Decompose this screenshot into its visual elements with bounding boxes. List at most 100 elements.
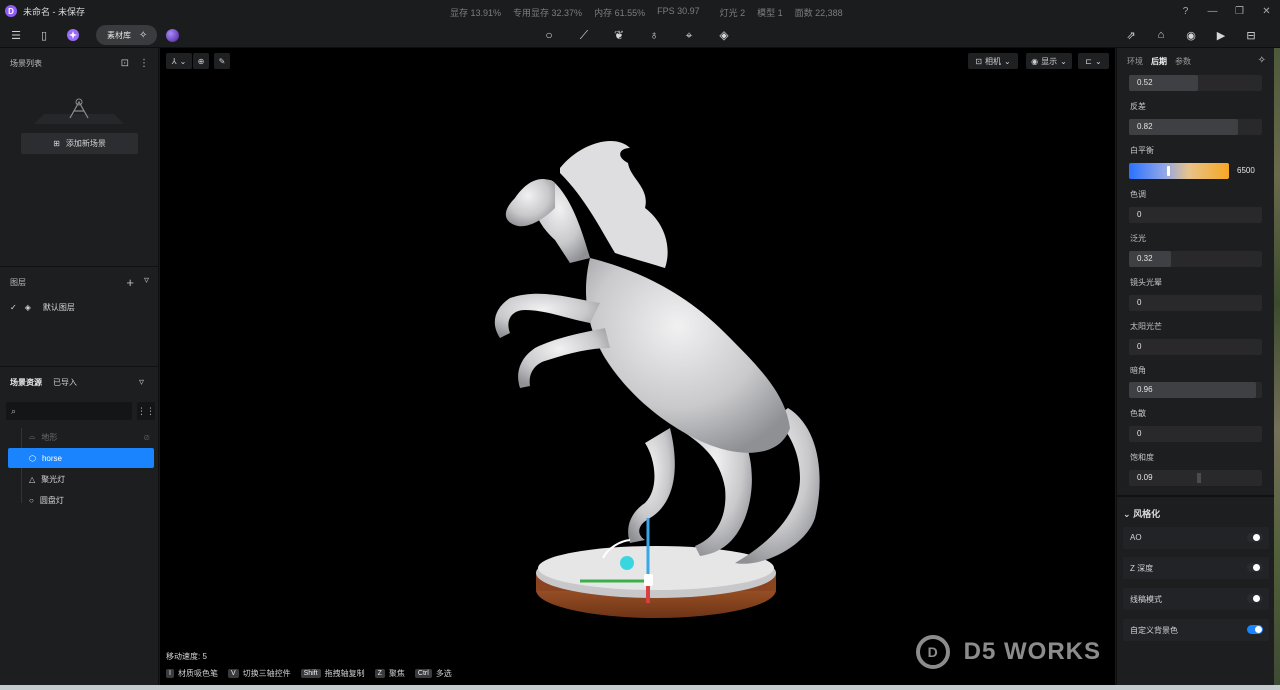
circle-tool-icon[interactable]: ○ <box>540 26 558 44</box>
vignette-slider[interactable]: 0.96 <box>1129 382 1262 398</box>
layers-tool-icon[interactable]: ◈ <box>715 26 733 44</box>
sparkle-icon: ✧ <box>139 29 148 41</box>
left-panel: 场景列表 ⊡ ⋮ ⊞ 添加新场景 图层 + ▿ ✓ ◈ 默认图层 场景资源 已导… <box>0 48 159 685</box>
lens-flare-slider[interactable]: 0 <box>1129 295 1262 311</box>
sphere-icon[interactable] <box>166 29 179 42</box>
stylize-header[interactable]: ⌄ 风格化 <box>1123 507 1160 520</box>
slider-value: 0.32 <box>1137 254 1153 263</box>
prop-label: 饱和度 <box>1130 453 1154 462</box>
custom-bg-toggle[interactable] <box>1247 625 1263 634</box>
slider-thumb[interactable] <box>1197 473 1201 483</box>
3d-viewport[interactable]: ⅄ ⌄ ⊕ ✎ ⊡ 相机 ⌄ ◉ 显示 ⌄ ⊏ ⌄ 移动速度: 5 I 材质吸色… <box>160 48 1115 685</box>
app-logo-icon: D <box>5 5 17 17</box>
restore-button[interactable]: ❐ <box>1226 0 1253 22</box>
contrast-slider[interactable]: 0.82 <box>1129 119 1262 135</box>
prop-label: 泛光 <box>1130 234 1146 243</box>
asset-item-terrain[interactable]: ⌓ 地形 ⊘ <box>8 427 154 447</box>
asset-label: horse <box>41 453 62 463</box>
prop-label: 白平衡 <box>1130 146 1154 155</box>
toggle-row-ao: AO <box>1123 527 1269 549</box>
toggle-label: 线稿模式 <box>1130 595 1162 604</box>
minimize-button[interactable]: — <box>1199 0 1226 22</box>
asset-item-horse[interactable]: ⬡ horse <box>8 448 154 468</box>
layer-label: 默认图层 <box>42 303 75 312</box>
top-slider[interactable]: 0.52 <box>1129 75 1262 91</box>
tab-params[interactable]: 参数 <box>1175 56 1191 67</box>
prop-label: 太阳光芒 <box>1130 322 1162 331</box>
chromatic-slider[interactable]: 0 <box>1129 426 1262 442</box>
asset-search-input[interactable]: ⌕ <box>6 402 132 420</box>
pin-icon[interactable]: ✧ <box>1258 55 1266 66</box>
grid-view-icon[interactable]: ⋮⋮ <box>137 402 155 420</box>
zdepth-toggle[interactable] <box>1247 563 1263 572</box>
layer-stack-icon: ◈ <box>24 303 31 312</box>
tone-slider[interactable]: 0 <box>1129 207 1262 223</box>
shortcut-hint: Shift 拖拽轴复制 <box>300 668 365 679</box>
toggle-row-lineart: 线稿模式 <box>1123 588 1269 610</box>
shortcut-label: 多选 <box>435 669 452 678</box>
apple-tool-icon[interactable]: ♁ <box>645 26 663 44</box>
add-layer-icon[interactable]: + <box>126 275 134 290</box>
divider <box>0 366 159 367</box>
collapse-assets-icon[interactable]: ▿ <box>139 377 144 388</box>
import-scene-icon[interactable]: ⊡ <box>121 58 129 69</box>
window-controls: ? — ❐ ✕ <box>1172 0 1280 22</box>
prop-label: 色调 <box>1130 190 1146 199</box>
stat-faces: 面数 22,388 <box>794 8 843 18</box>
toggle-label: Z 深度 <box>1130 564 1154 573</box>
lineart-toggle[interactable] <box>1247 594 1263 603</box>
tab-imported[interactable]: 已导入 <box>53 377 77 388</box>
slider-value: 0 <box>1137 298 1142 307</box>
camera-capture-icon[interactable]: ◉ <box>1182 26 1200 44</box>
file-icon[interactable]: ▯ <box>36 27 52 43</box>
path-tool-icon[interactable]: ⟋ <box>575 26 593 44</box>
export-icon[interactable]: ⇗ <box>1122 26 1140 44</box>
stat-vram: 显存 13.91% <box>450 8 502 18</box>
more-icon[interactable]: ⋮ <box>139 58 149 69</box>
asset-item-disk-light[interactable]: ○ 圆盘灯 <box>8 490 154 510</box>
leaf-tool-icon[interactable]: ❦ <box>610 26 628 44</box>
hidden-eye-icon[interactable]: ⊘ <box>143 433 150 442</box>
inbox-icon[interactable]: ⊟ <box>1242 26 1260 44</box>
prop-label: 暗角 <box>1130 366 1146 375</box>
white-balance-slider[interactable] <box>1129 163 1229 179</box>
title-bar: D 未命名 - 未保存 显存 13.91% 专用显存 32.37% 内存 61.… <box>0 0 1280 22</box>
perf-stats: 显存 13.91% 专用显存 32.37% 内存 61.55% FPS 30.9… <box>450 6 843 19</box>
shortcut-hint: Ctrl 多选 <box>414 668 452 679</box>
shortcut-key: I <box>166 669 174 678</box>
side-thumbnail-strip <box>1274 48 1280 685</box>
menu-icon[interactable]: ☰ <box>8 27 24 43</box>
prop-label: 色散 <box>1130 409 1146 418</box>
search-icon: ⌕ <box>11 405 17 416</box>
help-icon[interactable]: ? <box>1172 0 1199 22</box>
tab-post[interactable]: 后期 <box>1151 56 1167 67</box>
d5-watermark: D D5 WORKS <box>915 635 1101 669</box>
bloom-slider[interactable]: 0.32 <box>1129 251 1262 267</box>
asset-tabs: 场景资源 已导入 <box>10 377 77 388</box>
layer-default[interactable]: ✓ ◈ 默认图层 <box>10 302 75 313</box>
ai-icon[interactable] <box>65 27 81 43</box>
library-button[interactable]: 素材库 ✧ <box>96 25 157 45</box>
tab-scene-assets[interactable]: 场景资源 <box>10 377 42 388</box>
tab-environment[interactable]: 环境 <box>1127 56 1143 67</box>
scene-list-title: 场景列表 <box>10 58 42 68</box>
material-icon[interactable]: ⌂ <box>1152 26 1170 44</box>
close-button[interactable]: ✕ <box>1253 0 1280 22</box>
add-scene-button[interactable]: ⊞ 添加新场景 <box>21 133 138 154</box>
divider <box>0 266 159 267</box>
disk-light-icon: ○ <box>29 495 34 505</box>
horse-model[interactable] <box>160 48 1115 685</box>
tree-tool-icon[interactable]: ⌖ <box>680 26 698 44</box>
slider-value: 0.52 <box>1137 78 1153 87</box>
video-icon[interactable]: ▶ <box>1212 26 1230 44</box>
shortcut-label: 聚焦 <box>388 669 405 678</box>
sun-rays-slider[interactable]: 0 <box>1129 339 1262 355</box>
asset-item-spotlight[interactable]: △ 聚光灯 <box>8 469 154 489</box>
ao-toggle[interactable] <box>1247 533 1263 542</box>
asset-label: 聚光灯 <box>41 474 66 484</box>
slider-thumb[interactable] <box>1167 166 1170 176</box>
collapse-icon[interactable]: ▿ <box>144 275 149 290</box>
d5-logo-icon: D <box>915 635 950 669</box>
main-toolbar: ☰ ▯ 素材库 ✧ ○ ⟋ ❦ ♁ ⌖ ◈ ⇗ ⌂ ◉ ▶ ⊟ <box>0 22 1280 48</box>
saturation-slider[interactable]: 0.09 <box>1129 470 1262 486</box>
